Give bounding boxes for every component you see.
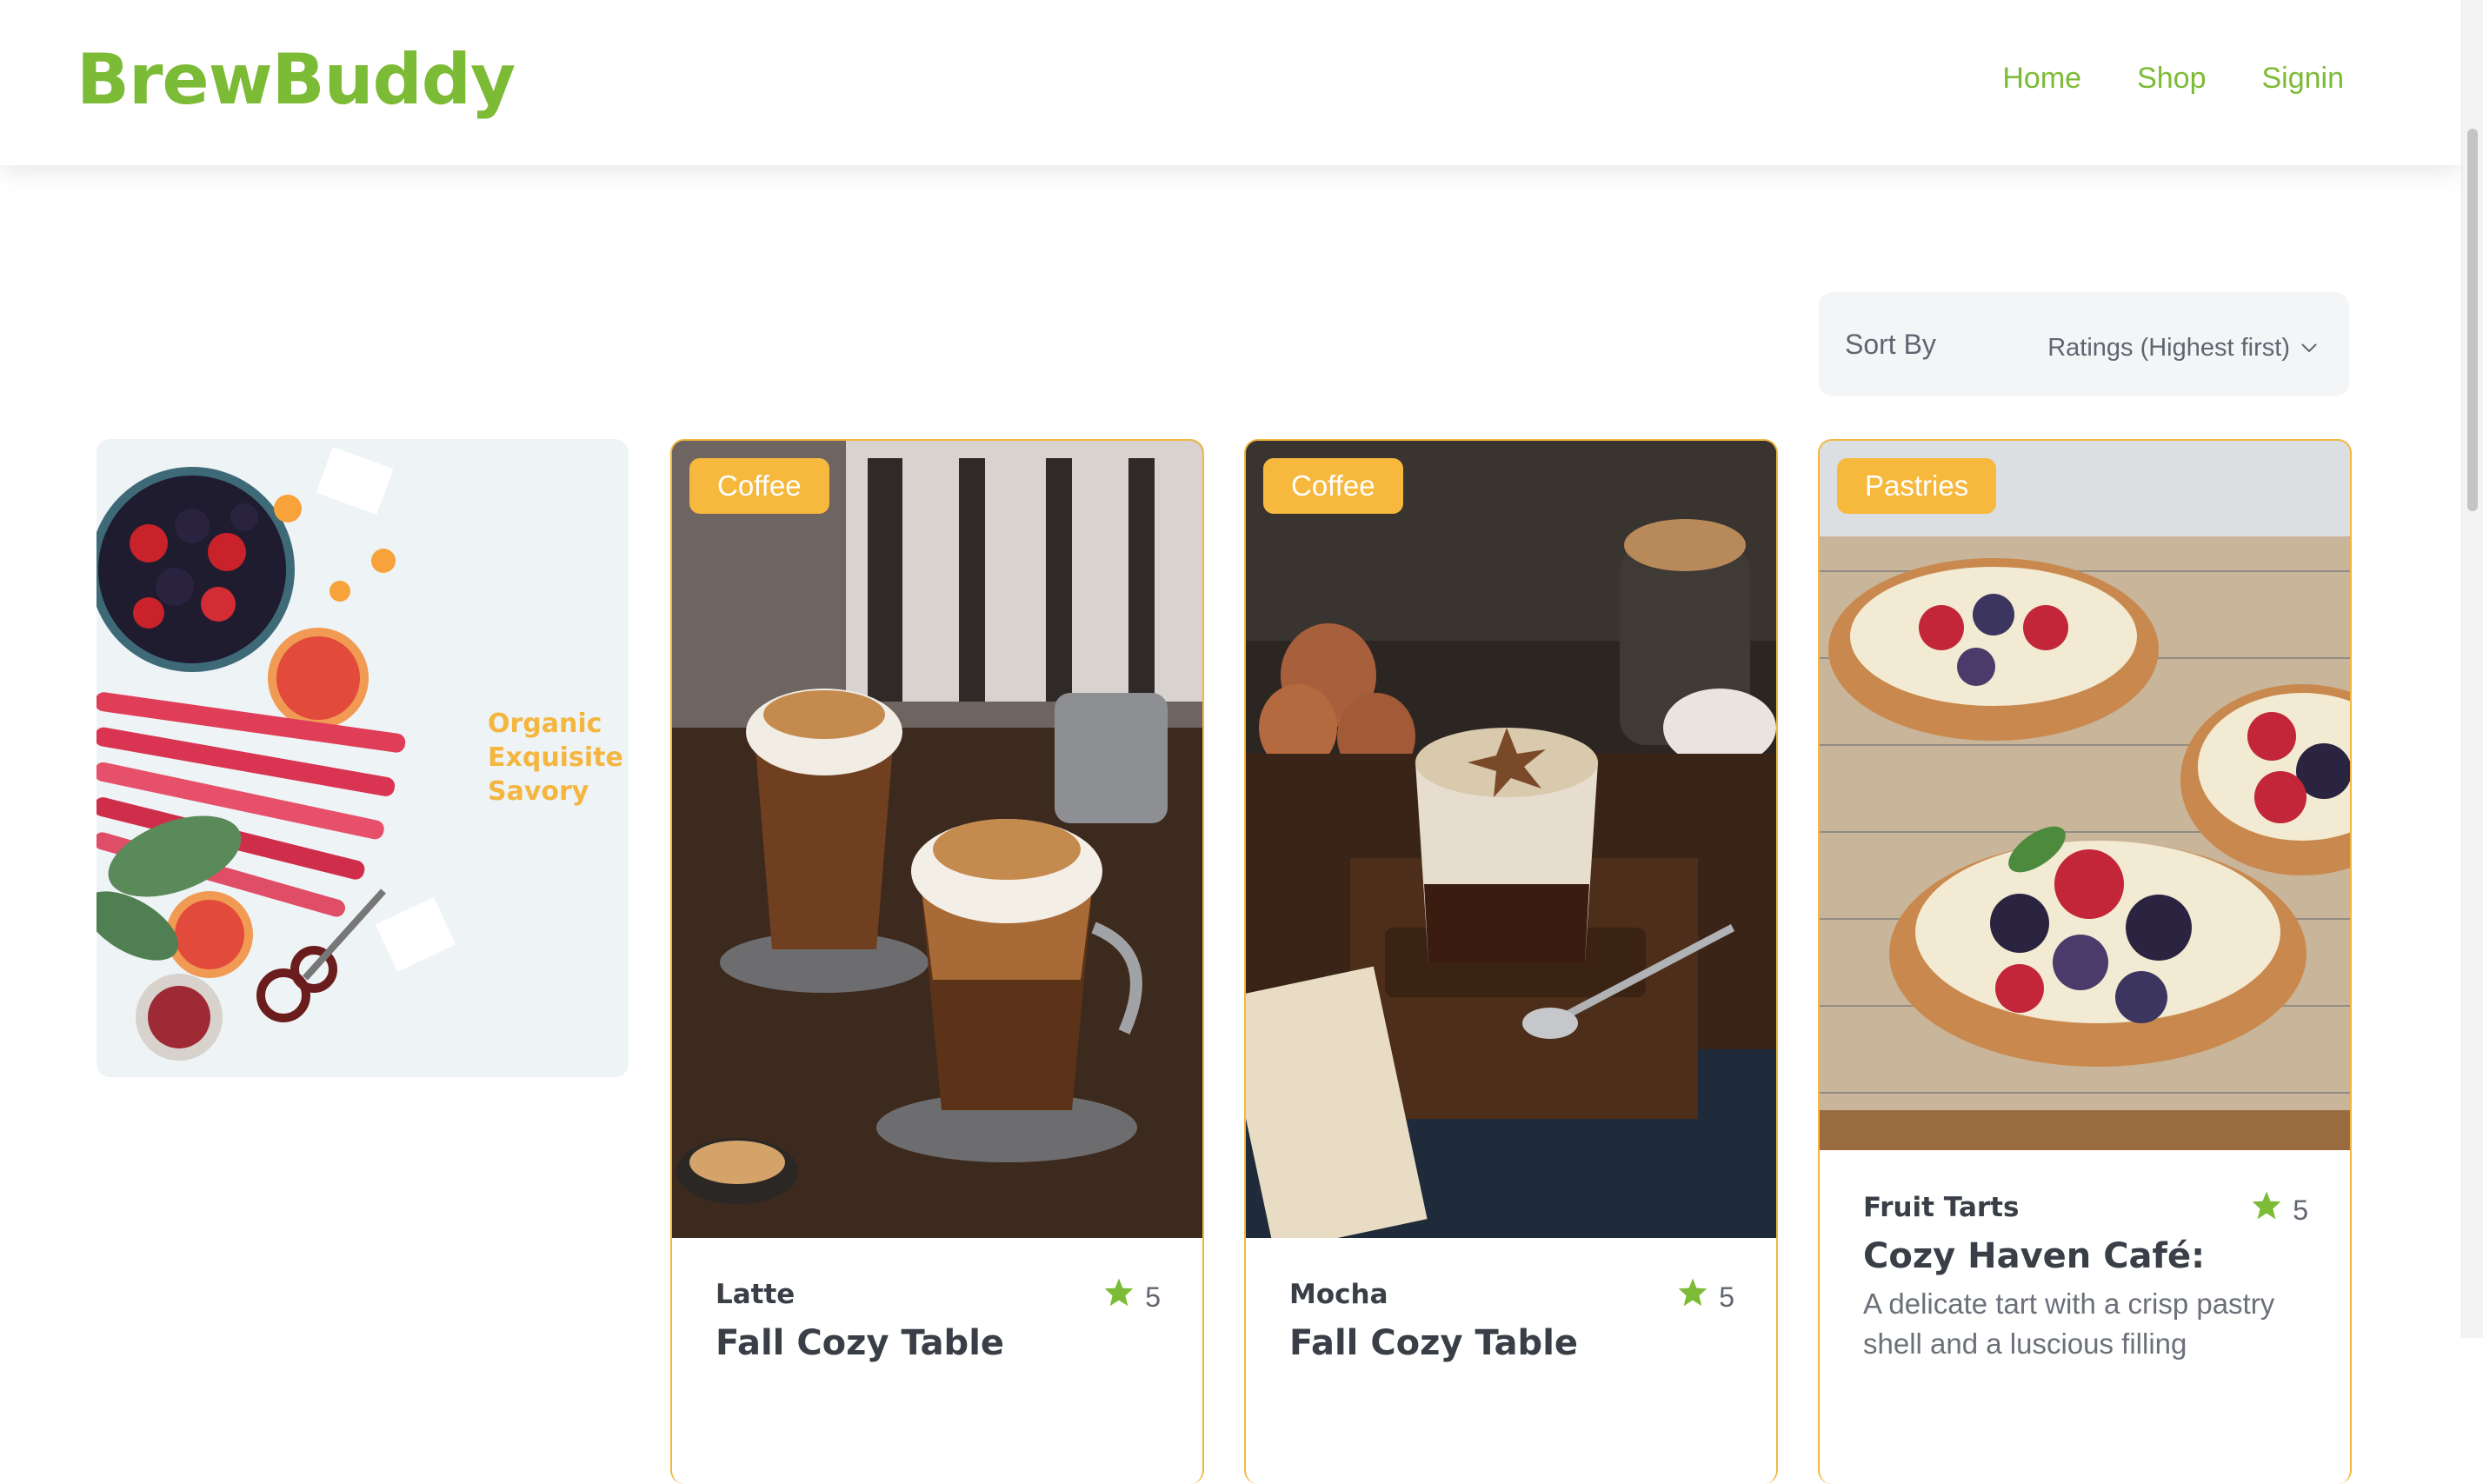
promo-line: Savory (488, 776, 589, 807)
promo-line: Organic (488, 709, 602, 739)
site-header: BrewBuddy Home Shop Signin (0, 0, 2462, 165)
page-scrollbar[interactable] (2461, 0, 2483, 1338)
nav-shop-link[interactable]: Shop (2137, 54, 2206, 103)
product-image-mocha (1246, 441, 1776, 1238)
sort-select[interactable]: Ratings (Highest first) (2047, 327, 2318, 369)
category-badge: Coffee (689, 458, 829, 514)
sort-label: Sort By (1845, 329, 1936, 360)
rating-value: 5 (1145, 1281, 1161, 1313)
promo-tagline: Organic Exquisite Savory (488, 707, 623, 809)
product-name: Mocha (1289, 1279, 1388, 1310)
product-name: Fruit Tarts (1863, 1192, 2020, 1223)
brand-logo[interactable]: BrewBuddy (77, 37, 516, 123)
rating-value: 5 (1719, 1281, 1734, 1313)
star-icon (1677, 1277, 1708, 1316)
promo-line: Exquisite (488, 742, 623, 773)
product-rating: 5 (2251, 1190, 2308, 1229)
product-image-fruit-tarts (1820, 441, 2350, 1150)
product-rating: 5 (1677, 1277, 1734, 1316)
promo-banner[interactable]: Organic Exquisite Savory (97, 439, 629, 1077)
product-name: Latte (716, 1279, 795, 1310)
sort-selected-value: Ratings (Highest first) (2047, 334, 2290, 362)
category-badge: Coffee (1263, 458, 1403, 514)
nav-signin-link[interactable]: Signin (2261, 54, 2344, 103)
star-icon (1103, 1277, 1135, 1316)
rating-value: 5 (2293, 1194, 2308, 1226)
product-subtitle: Fall Cozy Table (1289, 1323, 1579, 1363)
product-image-latte (672, 441, 1202, 1238)
product-subtitle: Cozy Haven Café: (1863, 1236, 2206, 1276)
category-badge: Pastries (1837, 458, 1997, 514)
product-card-mocha[interactable]: Coffee Mocha 5 Fall Cozy Table (1244, 439, 1778, 1484)
product-description: A delicate tart with a crisp pastry shel… (1863, 1288, 2275, 1360)
main-nav: Home Shop Signin (2002, 54, 2344, 103)
sort-control: Sort By Ratings (Highest first) (1819, 292, 2349, 396)
star-icon (2251, 1190, 2282, 1229)
product-subtitle: Fall Cozy Table (716, 1323, 1005, 1363)
product-card-fruit-tarts[interactable]: Pastries Fruit Tarts 5 Cozy Haven Café: … (1818, 439, 2352, 1484)
chevron-down-icon (2300, 342, 2318, 354)
product-rating: 5 (1103, 1277, 1161, 1316)
scrollbar-thumb[interactable] (2467, 129, 2478, 511)
product-card-latte[interactable]: Coffee Latte 5 Fall Cozy Table (670, 439, 1204, 1484)
nav-home-link[interactable]: Home (2002, 54, 2081, 103)
